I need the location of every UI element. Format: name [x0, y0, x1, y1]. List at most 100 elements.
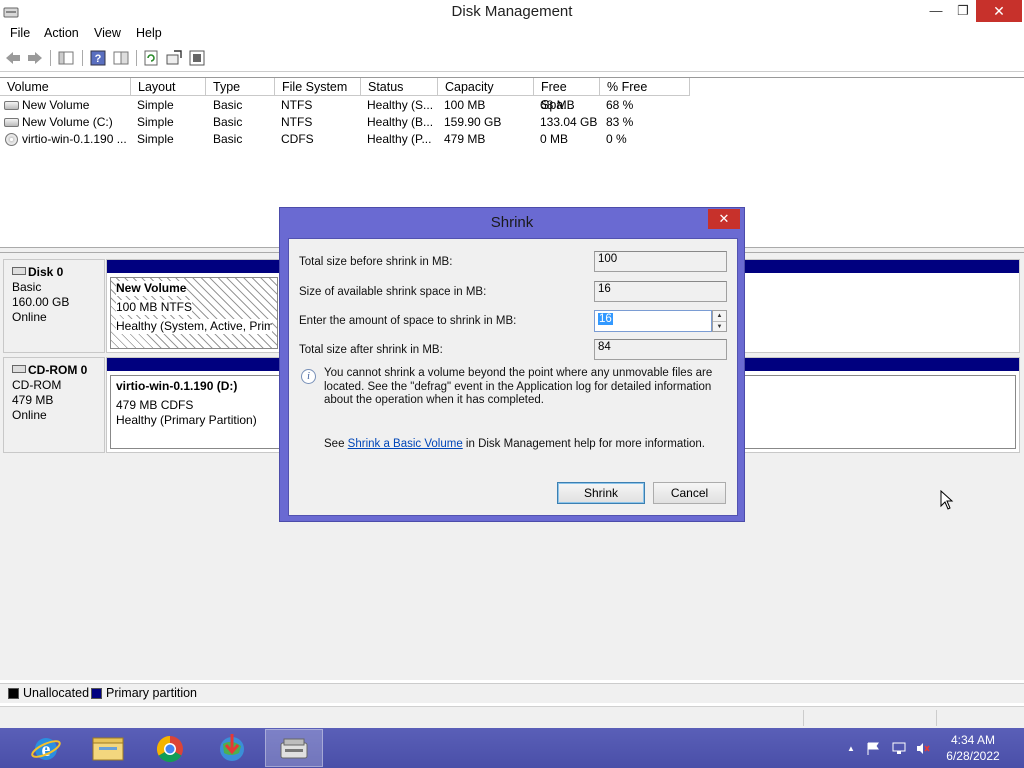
internet-explorer-icon: e — [31, 738, 61, 761]
cell-capacity: 100 MB — [444, 98, 486, 112]
menu-view[interactable]: View — [94, 26, 121, 40]
cell-free-space: 0 MB — [540, 132, 569, 146]
cell-volume: New Volume (C:) — [22, 115, 113, 129]
total-before-field: 100 — [594, 251, 727, 272]
column-type[interactable]: Type — [206, 78, 275, 96]
disk-management-icon — [280, 738, 308, 759]
column-volume[interactable]: Volume — [0, 78, 131, 96]
legend-bar: Unallocated Primary partition — [0, 683, 1024, 703]
cell-layout: Simple — [137, 132, 174, 146]
column-percent-free[interactable]: % Free — [600, 78, 690, 96]
total-after-label: Total size after shrink in MB: — [299, 344, 443, 356]
status-separator — [803, 710, 804, 726]
total-before-label: Total size before shrink in MB: — [299, 256, 453, 268]
cancel-button[interactable]: Cancel — [653, 482, 726, 504]
restore-button[interactable]: ❐ — [950, 0, 976, 22]
primary-partition-swatch — [91, 688, 102, 699]
cell-type: Basic — [213, 115, 243, 129]
cell-percent-free: 68 % — [606, 98, 634, 112]
show-hide-console-tree-icon[interactable] — [57, 49, 75, 67]
folder-icon — [92, 737, 124, 761]
unallocated-swatch — [8, 688, 19, 699]
partition-status: Healthy (System, Active, Primar — [116, 319, 272, 334]
legend-unallocated: Unallocated — [23, 686, 90, 700]
column-free-space[interactable]: Free Spa... — [534, 78, 600, 112]
clock-time[interactable]: 4:34 AM — [940, 733, 1006, 747]
settings-icon[interactable] — [188, 49, 206, 67]
cdrom-0-label[interactable]: CD-ROM 0 CD-ROM 479 MB Online — [3, 357, 105, 453]
spin-up-icon[interactable]: ▲ — [713, 311, 726, 321]
show-hidden-icons-icon[interactable]: ▲ — [844, 742, 858, 755]
menu-help[interactable]: Help — [136, 26, 162, 40]
cell-status: Healthy (B... — [367, 115, 434, 129]
table-row[interactable]: virtio-win-0.1.190 ... Simple Basic CDFS… — [0, 131, 700, 148]
cell-status: Healthy (P... — [367, 132, 432, 146]
clock-date[interactable]: 6/28/2022 — [940, 749, 1006, 763]
shrink-amount-spinner[interactable]: ▲ ▼ — [712, 310, 727, 332]
toolbar-separator — [82, 50, 83, 66]
column-layout[interactable]: Layout — [131, 78, 206, 96]
disk-0-label[interactable]: Disk 0 Basic 160.00 GB Online — [3, 259, 105, 353]
cell-file-system: NTFS — [281, 98, 313, 112]
disk-size: 160.00 GB — [12, 295, 70, 309]
action-center-flag-icon[interactable] — [866, 742, 880, 755]
mouse-pointer-icon — [940, 490, 954, 510]
column-capacity[interactable]: Capacity — [438, 78, 534, 96]
volume-icon — [4, 118, 19, 127]
rescan-disks-icon[interactable] — [165, 49, 183, 67]
cell-volume: virtio-win-0.1.190 ... — [22, 132, 127, 146]
partition-new-volume[interactable]: New Volume 100 MB NTFS Healthy (System, … — [110, 277, 278, 349]
table-row[interactable]: New Volume (C:) Simple Basic NTFS Health… — [0, 114, 700, 131]
forward-arrow-icon[interactable] — [26, 49, 44, 67]
shrink-button[interactable]: Shrink — [557, 482, 645, 504]
taskbar: e ▲ 4:34 AM 6/28/2022 — [0, 728, 1024, 768]
hard-disk-icon — [12, 267, 26, 275]
status-separator — [936, 710, 937, 726]
toolbar: ? — [0, 45, 1024, 72]
disk-state: Online — [12, 408, 47, 422]
column-status[interactable]: Status — [361, 78, 438, 96]
dialog-close-button[interactable]: ✕ — [708, 209, 740, 229]
info-icon: i — [301, 369, 316, 384]
cdrom-drive-icon — [12, 365, 26, 373]
volume-muted-icon[interactable] — [916, 742, 930, 755]
cell-capacity: 479 MB — [444, 132, 486, 146]
window-title: Disk Management — [451, 3, 573, 20]
taskbar-download-manager[interactable] — [203, 729, 261, 767]
cell-percent-free: 83 % — [606, 115, 634, 129]
spin-down-icon[interactable]: ▼ — [713, 321, 726, 331]
help-icon[interactable]: ? — [89, 49, 107, 67]
cell-layout: Simple — [137, 98, 174, 112]
minimize-button[interactable]: — — [922, 0, 950, 22]
disk-name: Disk 0 — [28, 265, 64, 279]
shrink-amount-input[interactable]: 16 — [594, 310, 712, 332]
toolbar-separator — [136, 50, 137, 66]
taskbar-disk-management[interactable] — [265, 729, 323, 767]
partition-name: New Volume — [116, 281, 187, 296]
shrink-info-text: You cannot shrink a volume beyond the po… — [324, 367, 713, 406]
taskbar-file-explorer[interactable] — [79, 729, 137, 767]
menu-action[interactable]: Action — [44, 26, 79, 40]
cell-type: Basic — [213, 132, 243, 146]
taskbar-internet-explorer[interactable]: e — [17, 729, 75, 767]
menu-file[interactable]: File — [10, 26, 30, 40]
close-button[interactable]: ✕ — [976, 0, 1022, 22]
partition-name: virtio-win-0.1.190 (D:) — [116, 379, 238, 394]
svg-text:?: ? — [95, 53, 102, 65]
shrink-amount-value: 16 — [598, 313, 613, 325]
shrink-dialog: Shrink ✕ Total size before shrink in MB:… — [279, 207, 745, 522]
network-icon[interactable] — [892, 742, 906, 755]
help-prefix: See — [324, 438, 348, 450]
disk-state: Online — [12, 310, 47, 324]
refresh-icon[interactable] — [142, 49, 160, 67]
shrink-basic-volume-link[interactable]: Shrink a Basic Volume — [348, 438, 463, 450]
help-suffix: in Disk Management help for more informa… — [462, 438, 705, 450]
table-row[interactable]: New Volume Simple Basic NTFS Healthy (S.… — [0, 97, 700, 114]
disk-kind: CD-ROM — [12, 378, 62, 392]
available-space-field: 16 — [594, 281, 727, 302]
taskbar-chrome[interactable] — [141, 729, 199, 767]
volume-icon — [4, 101, 19, 110]
column-file-system[interactable]: File System — [275, 78, 361, 96]
back-arrow-icon[interactable] — [4, 49, 22, 67]
properties-pane-icon[interactable] — [112, 49, 130, 67]
